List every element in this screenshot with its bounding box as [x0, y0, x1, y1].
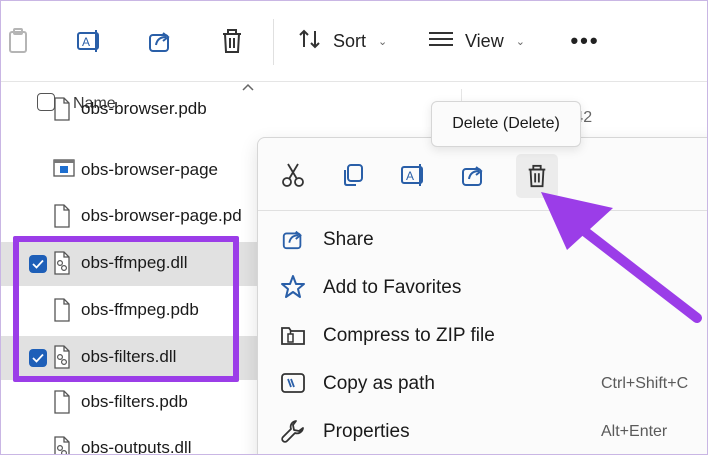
chevron-down-icon: ⌄ [515, 35, 525, 48]
file-name: obs-browser.pdb [81, 99, 207, 118]
sort-button[interactable]: Sort ⌄ [297, 25, 387, 57]
menu-item-shortcut: Alt+Enter [601, 423, 668, 440]
dll-file-icon [53, 436, 71, 454]
annotation-arrow [541, 192, 702, 323]
file-row[interactable]: obs-filters.pdb [1, 381, 257, 425]
menu-item-copy-as-path[interactable]: Copy as path Ctrl+Shift+C [258, 359, 707, 407]
file-name: obs-outputs.dll [81, 438, 192, 455]
share-icon [280, 227, 306, 251]
menu-item-label: Share [323, 229, 374, 250]
file-name: obs-browser-page.pd [81, 206, 242, 225]
share-icon[interactable] [456, 158, 490, 192]
chevron-down-icon: ⌄ [378, 35, 388, 48]
zip-folder-icon [280, 323, 306, 347]
cut-icon[interactable] [276, 158, 310, 192]
menu-item-properties[interactable]: Properties Alt+Enter [258, 407, 707, 454]
sort-icon [297, 27, 323, 56]
share-icon[interactable] [144, 25, 176, 57]
file-icon [53, 204, 71, 228]
svg-text:A: A [82, 35, 90, 49]
menu-item-shortcut: Ctrl+Shift+C [601, 375, 689, 392]
sort-ascending-icon [241, 81, 255, 95]
file-row[interactable]: obs-outputs.dll [1, 427, 257, 455]
rename-icon[interactable]: A [73, 25, 105, 57]
delete-icon[interactable] [216, 25, 248, 57]
menu-item-label: Copy as path [323, 373, 435, 394]
file-row[interactable]: obs-browser-page.pd [1, 195, 257, 239]
application-icon [53, 158, 75, 182]
file-icon [53, 97, 71, 121]
more-options-button[interactable]: ••• [569, 25, 601, 57]
file-icon [53, 390, 71, 414]
copy-icon[interactable] [336, 158, 370, 192]
view-label: View [465, 30, 504, 51]
svg-text:A: A [406, 169, 414, 183]
wrench-icon [280, 419, 306, 443]
file-explorer-window: A Sort ⌄ View ⌄ ••• Name obs-browser.pdb… [0, 0, 708, 455]
file-name: obs-filters.pdb [81, 392, 188, 411]
menu-item-label: Add to Favorites [323, 277, 462, 298]
file-name: obs-browser-page [81, 160, 219, 179]
view-icon [427, 29, 455, 54]
command-bar: A Sort ⌄ View ⌄ ••• [1, 1, 707, 82]
menu-item-label: Properties [323, 421, 410, 442]
paste-icon[interactable] [3, 25, 35, 57]
file-row[interactable]: obs-browser.pdb [1, 97, 257, 139]
sort-label: Sort [333, 30, 367, 51]
delete-tooltip: Delete (Delete) [431, 101, 581, 147]
view-button[interactable]: View ⌄ [427, 25, 525, 57]
toolbar-divider [273, 19, 274, 65]
copy-path-icon [280, 371, 306, 395]
star-icon [280, 275, 306, 299]
rename-icon[interactable]: A [396, 158, 430, 192]
file-row[interactable]: obs-browser-page [1, 149, 257, 193]
selection-highlight-box [13, 236, 239, 382]
menu-item-label: Compress to ZIP file [323, 325, 495, 346]
